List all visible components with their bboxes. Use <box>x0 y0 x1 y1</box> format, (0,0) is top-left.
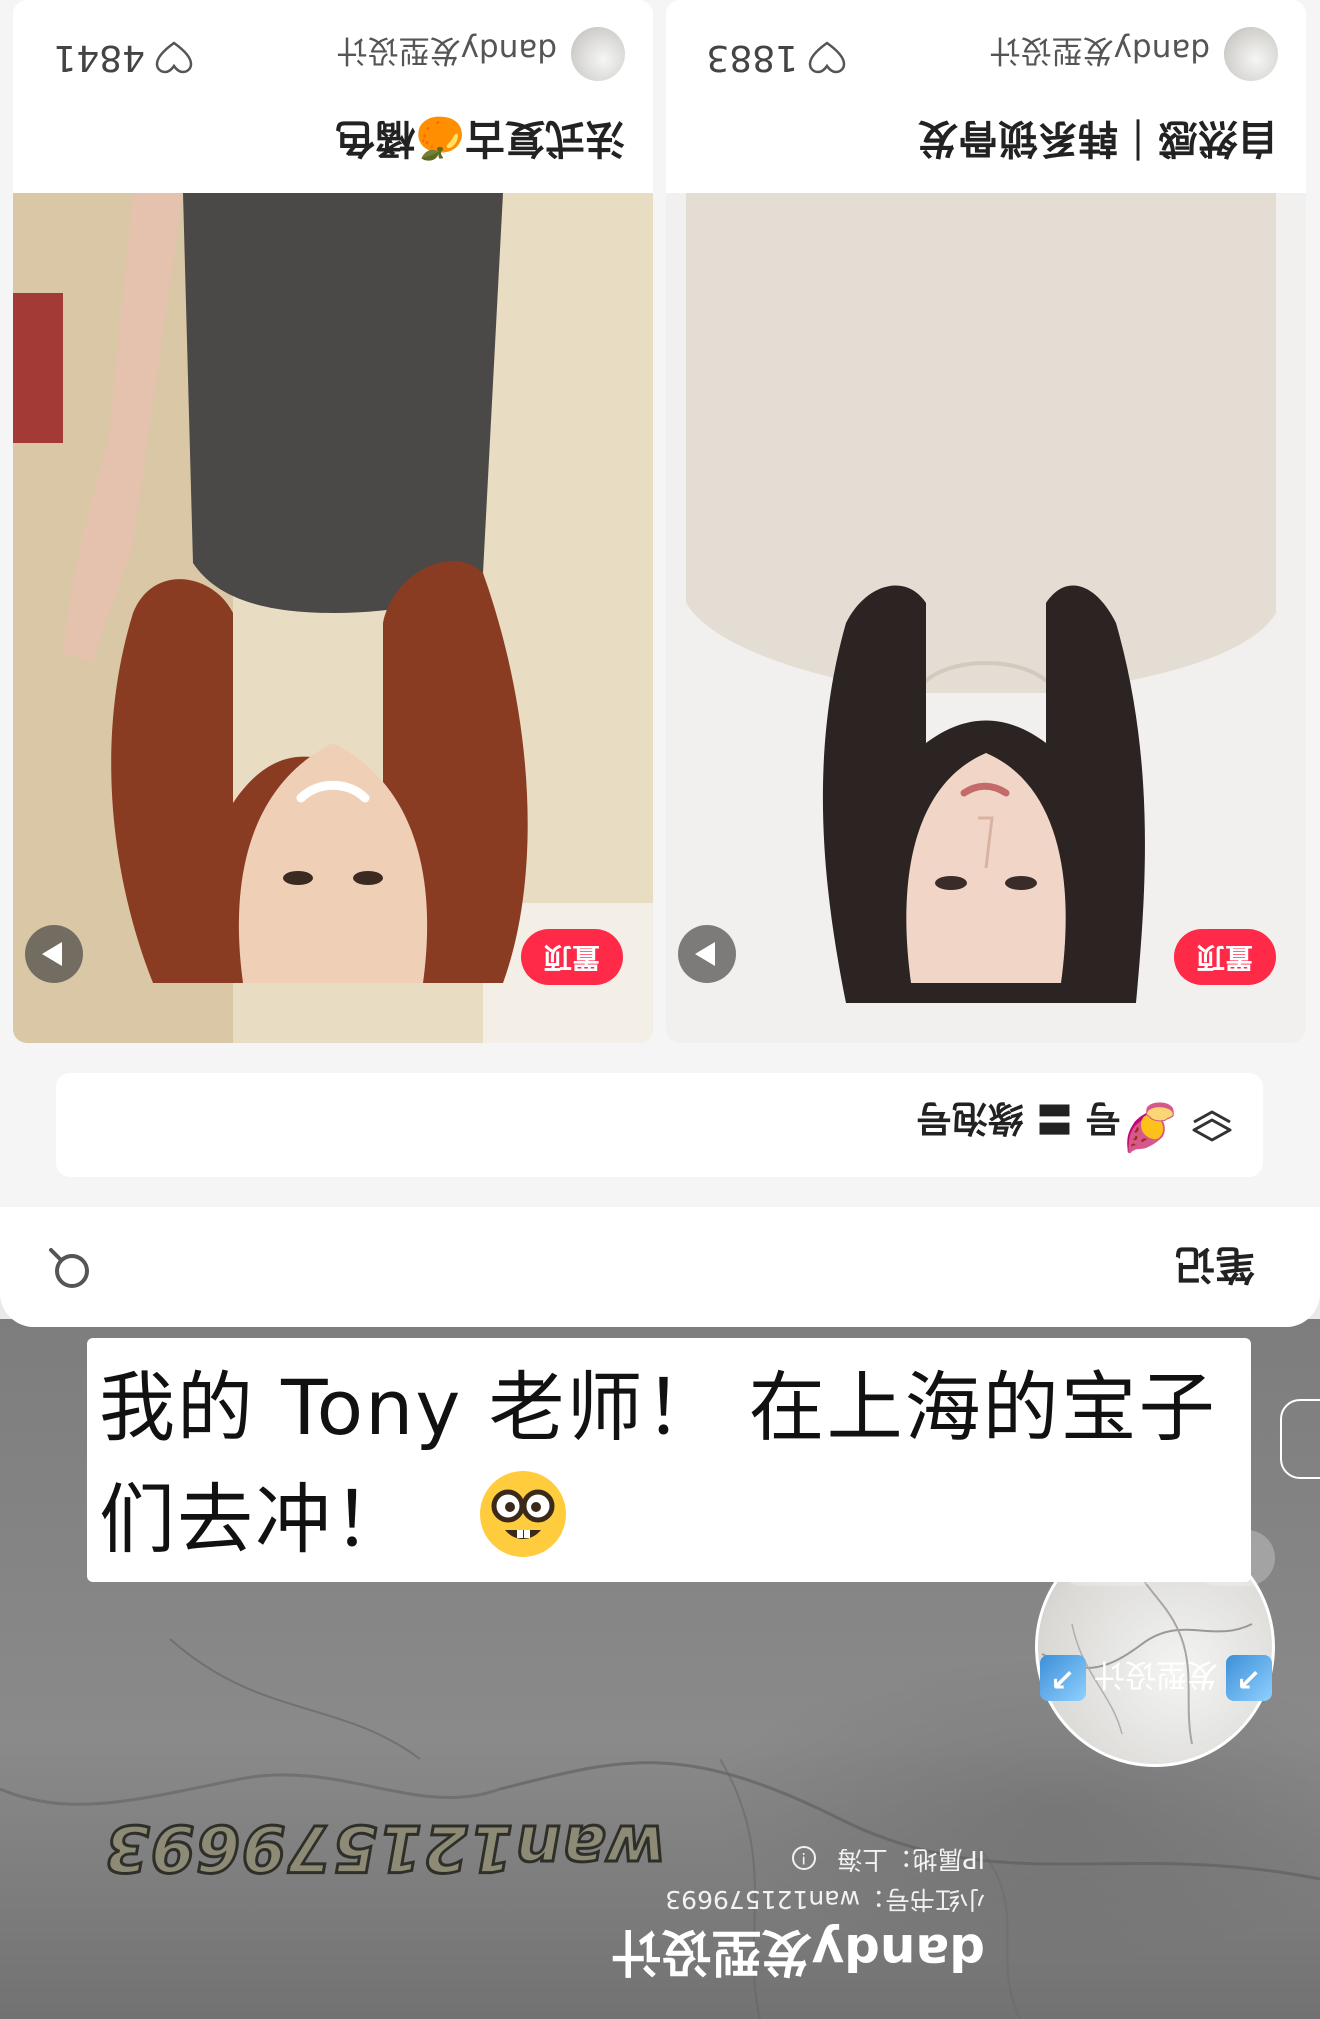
like-count-value: 4841 <box>53 37 145 78</box>
video-play-icon <box>25 925 83 983</box>
tab-notes[interactable]: 笔记 <box>1175 1239 1255 1297</box>
layers-icon <box>1192 1110 1232 1142</box>
like-count[interactable]: 1883 <box>706 37 846 78</box>
sweet-potato-icon: 🍠 <box>1121 1101 1179 1155</box>
like-count-value: 1883 <box>706 37 798 78</box>
rotated-app-screen: dandy发型设计 小红书号：wan121579693 IP属地：上海 ! wa… <box>0 0 1320 2019</box>
video-play-icon <box>678 925 736 983</box>
author-name: dandy发型设计 <box>336 32 557 69</box>
like-count[interactable]: 4841 <box>53 37 193 78</box>
profile-name: dandy发型设计 <box>611 1923 985 1981</box>
note-card[interactable]: 置顶 自然感｜韩系锁骨发 dandy发型设计 1883 <box>666 0 1306 1043</box>
follow-button-edge[interactable] <box>1280 1399 1320 1479</box>
heart-icon <box>808 41 846 74</box>
author-name: dandy发型设计 <box>989 32 1210 69</box>
caption-text: 我的 Tony 老师！ 在上海的宝子们去冲！ <box>99 1363 1217 1564</box>
pinned-badge: 置顶 <box>1174 929 1276 985</box>
caption-overlay: 我的 Tony 老师！ 在上海的宝子们去冲！ <box>87 1338 1251 1582</box>
arrow-up-right-icon: ↗ <box>1226 1655 1272 1701</box>
author-avatar <box>1224 27 1278 81</box>
arrow-up-right-icon: ↗ <box>1040 1655 1086 1701</box>
watermark: wan121579693 <box>96 1809 673 1886</box>
info-icon[interactable]: ! <box>791 1846 816 1870</box>
note-author[interactable]: dandy发型设计 <box>337 27 625 81</box>
redbook-id: 小红书号：wan121579693 <box>665 1885 985 1914</box>
note-title: 自然感｜韩系锁骨发 <box>918 115 1278 161</box>
note-author[interactable]: dandy发型设计 <box>990 27 1278 81</box>
note-photo-image <box>666 193 1306 1043</box>
note-card[interactable]: 置顶 法式复古🍊橘色 dandy发型设计 4841 <box>13 0 653 1043</box>
search-icon[interactable] <box>46 1245 94 1293</box>
ip-location: IP属地：上海 ! <box>791 1843 985 1879</box>
nerd-face-icon <box>480 1471 567 1557</box>
author-avatar <box>571 27 625 81</box>
pinned-collection-label: 号 〓 缘泡号 <box>915 1097 1121 1138</box>
note-photo[interactable] <box>13 193 653 1043</box>
tab-bar: 笔记 <box>0 1207 1320 1327</box>
note-title: 法式复古🍊橘色 <box>335 115 625 161</box>
note-photo-image <box>13 193 653 1043</box>
notes-sheet: 笔记 🍠 号 〓 缘泡号 置顶 自然感｜韩系锁骨发 dandy发型设计 1883… <box>0 0 1320 1327</box>
description-text: 发型设计 <box>1094 1656 1218 1693</box>
profile-description: ↗ 发型设计 ↗ <box>1040 1655 1272 1701</box>
note-photo[interactable] <box>666 193 1306 1043</box>
ip-location-text: IP属地：上海 <box>837 1845 985 1874</box>
pinned-collection-bar[interactable]: 🍠 号 〓 缘泡号 <box>56 1073 1263 1177</box>
pinned-badge: 置顶 <box>521 929 623 985</box>
heart-icon <box>155 41 193 74</box>
